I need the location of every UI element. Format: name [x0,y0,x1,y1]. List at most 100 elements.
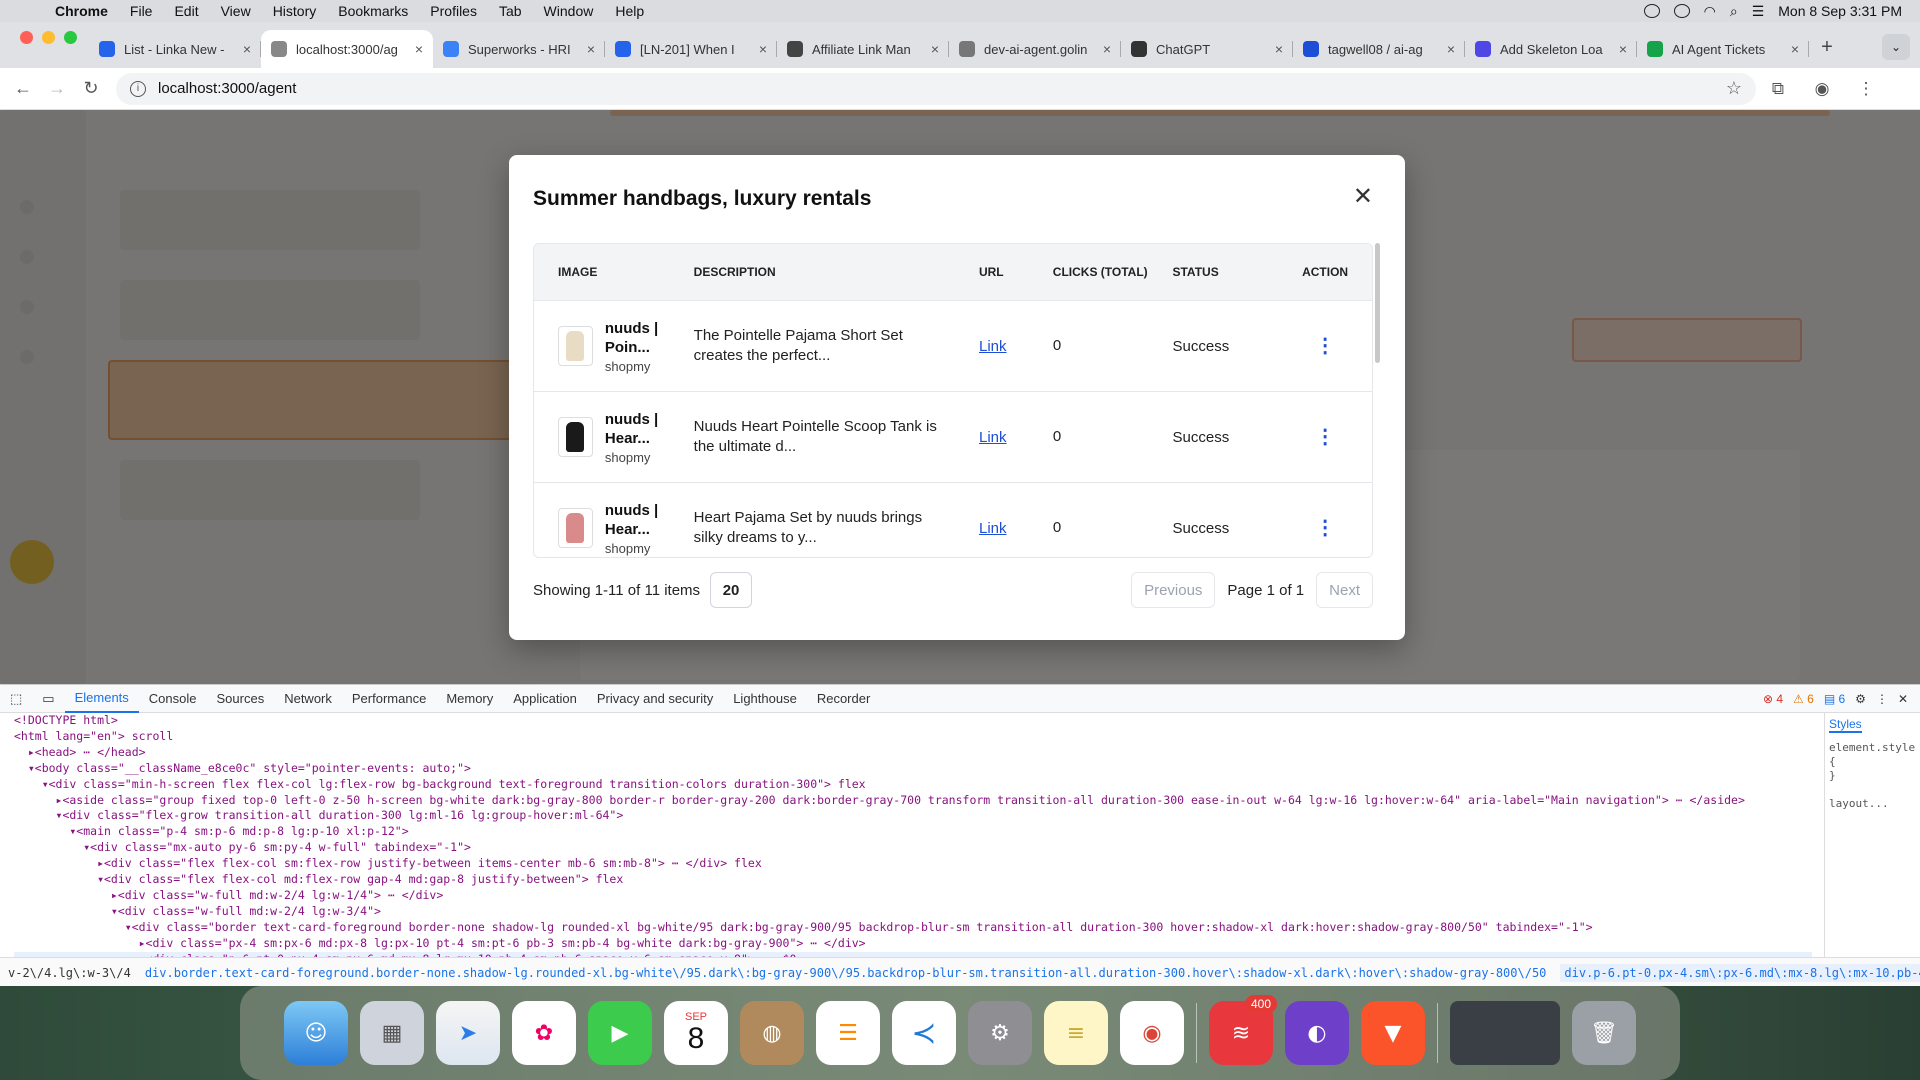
tab-performance[interactable]: Performance [342,685,436,713]
dom-node-line[interactable]: ▾<main class="p-4 sm:p-6 md:p-8 lg:p-10 … [14,824,1812,840]
tab-application[interactable]: Application [503,685,587,713]
photos-icon[interactable]: ✿ [512,1001,576,1065]
reload-icon[interactable]: ↻ [74,78,108,99]
inspect-icon[interactable]: ⬚ [0,685,32,713]
close-icon[interactable]: ✕ [1353,185,1373,209]
menu-profiles[interactable]: Profiles [419,3,488,19]
dom-node-line[interactable]: <html lang="en"> scroll [14,729,1812,745]
maximize-window-button[interactable] [64,30,77,44]
menu-view[interactable]: View [210,3,262,19]
dom-node-line[interactable]: ▾<div class="border text-card-foreground… [14,920,1812,936]
dom-node-line[interactable]: ▸<div class="px-4 sm:px-6 md:px-8 lg:px-… [14,936,1812,952]
site-info-icon[interactable]: i [130,80,146,97]
message-count[interactable]: ▤ 6 [1824,692,1845,706]
breadcrumb-item[interactable]: v-2\/4.lg\:w-3\/4 [8,966,131,980]
tab-close-icon[interactable]: × [1791,41,1799,57]
device-toolbar-icon[interactable]: ▭ [32,685,64,713]
search-icon[interactable]: ⌕ [1730,3,1738,20]
finder-icon[interactable]: ☺ [284,1001,348,1065]
new-tab-button[interactable]: + [1809,36,1845,68]
tab-close-icon[interactable]: × [1619,41,1627,57]
dom-node-line[interactable]: ▾<div class="flex-grow transition-all du… [14,808,1812,824]
vscode-icon[interactable]: ≺ [892,1001,956,1065]
maps-icon[interactable]: ➤ [436,1001,500,1065]
status-icon[interactable] [1643,4,1660,18]
menu-help[interactable]: Help [604,3,655,19]
browser-tab[interactable]: List - Linka New - × [89,30,261,68]
more-icon[interactable]: ⋮ [1876,692,1888,706]
table-scrollbar[interactable] [1375,243,1380,363]
chrome-icon[interactable]: ◉ [1120,1001,1184,1065]
contacts-icon[interactable]: ◍ [740,1001,804,1065]
menu-file[interactable]: File [119,3,164,19]
browser-tab[interactable]: Superworks - HRI × [433,30,605,68]
extensions-icon[interactable]: ⧉ [1756,79,1800,99]
calendar-icon[interactable]: SEP 8 [664,1001,728,1065]
notes-icon[interactable]: ≡ [1044,1001,1108,1065]
styles-tab[interactable]: Styles [1829,717,1862,733]
product-link[interactable]: Link [979,429,1007,446]
tab-close-icon[interactable]: × [415,41,423,57]
browser-tab[interactable]: [LN-201] When I × [605,30,777,68]
github-icon[interactable]: ◐ [1285,1001,1349,1065]
tab-sources[interactable]: Sources [207,685,275,713]
menu-tab[interactable]: Tab [488,3,533,19]
menu-bookmarks[interactable]: Bookmarks [327,3,419,19]
browser-tab[interactable]: localhost:3000/ag × [261,30,433,68]
tab-memory[interactable]: Memory [436,685,503,713]
next-button[interactable]: Next [1316,572,1373,608]
table-row[interactable]: nuuds | Poin... shopmy The Pointelle Pajam… [534,301,1372,392]
breadcrumb-item-current[interactable]: div.p-6.pt-0.px-4.sm\:px-6.md\:mx-8.lg\:… [1560,963,1920,982]
address-url[interactable]: localhost:3000/agent [158,80,296,97]
table-row[interactable]: nuuds | Hear... shopmy Heart Pajama Set by… [534,483,1372,557]
menu-app-name[interactable]: Chrome [44,3,119,19]
menu-history[interactable]: History [262,3,328,19]
row-menu-icon[interactable]: ⋮ [1315,325,1335,357]
dom-node-line[interactable]: ▸<div class="w-full md:w-2/4 lg:w-1/4"> … [14,888,1812,904]
links-table[interactable]: IMAGE DESCRIPTION URL CLICKS (TOTAL) STA… [533,243,1373,558]
browser-tab[interactable]: Add Skeleton Loa × [1465,30,1637,68]
trash-icon[interactable]: 🗑 [1572,1001,1636,1065]
tab-close-icon[interactable]: × [587,41,595,57]
settings-icon[interactable]: ⚙ [1855,692,1866,706]
tab-recorder[interactable]: Recorder [807,685,880,713]
browser-tab[interactable]: AI Agent Tickets × [1637,30,1809,68]
play-icon[interactable] [1673,4,1690,18]
tab-console[interactable]: Console [139,685,207,713]
menu-window[interactable]: Window [533,3,605,19]
minimized-windows[interactable] [1450,1001,1560,1065]
warning-count[interactable]: ⚠ 6 [1793,692,1814,706]
row-menu-icon[interactable]: ⋮ [1315,416,1335,448]
reminders-icon[interactable]: ☰ [816,1001,880,1065]
profile-icon[interactable]: ◉ [1800,79,1844,99]
tab-close-icon[interactable]: × [759,41,767,57]
control-center-icon[interactable]: ☰ [1752,3,1765,20]
dom-node-line[interactable]: ▸<div class="flex flex-col sm:flex-row j… [14,856,1812,872]
dom-node-line[interactable]: ▾<body class="__className_e8ce0c" style=… [14,761,1812,777]
forward-icon[interactable]: → [40,78,74,99]
dom-node-line[interactable]: ▾<div class="flex flex-col md:flex-row g… [14,872,1812,888]
tab-close-icon[interactable]: × [243,41,251,57]
minimize-window-button[interactable] [42,30,55,44]
launchpad-icon[interactable]: ▦ [360,1001,424,1065]
tab-close-icon[interactable]: × [1103,41,1111,57]
tab-elements[interactable]: Elements [64,685,139,713]
dom-tree[interactable]: <!DOCTYPE html> <html lang="en"> scroll ▸… [0,713,1812,957]
tab-network[interactable]: Network [274,685,342,713]
tab-close-icon[interactable]: × [1275,41,1283,57]
table-row[interactable]: nuuds | Hear... shopmy Nuuds Heart Pointel… [534,392,1372,483]
address-bar[interactable]: i localhost:3000/agent ☆ [116,72,1756,105]
tab-lighthouse[interactable]: Lighthouse [723,685,807,713]
brave-icon[interactable]: ▼ [1361,1001,1425,1065]
row-menu-icon[interactable]: ⋮ [1315,507,1335,539]
browser-tab[interactable]: tagwell08 / ai-ag × [1293,30,1465,68]
dom-node-line[interactable]: ▾<div class="min-h-screen flex flex-col … [14,777,1812,793]
browser-tab[interactable]: Affiliate Link Man × [777,30,949,68]
error-count[interactable]: ⊗ 4 [1763,692,1783,706]
wifi-icon[interactable]: ◠ [1704,3,1716,20]
browser-tab[interactable]: dev-ai-agent.golin × [949,30,1121,68]
dom-node-line[interactable]: ▾<div class="w-full md:w-2/4 lg:w-3/4"> [14,904,1812,920]
breadcrumb-item[interactable]: div.border.text-card-foreground.border-n… [145,966,1547,980]
todoist-icon[interactable]: ≋ 400 [1209,995,1277,1065]
system-settings-icon[interactable]: ⚙ [968,1001,1032,1065]
